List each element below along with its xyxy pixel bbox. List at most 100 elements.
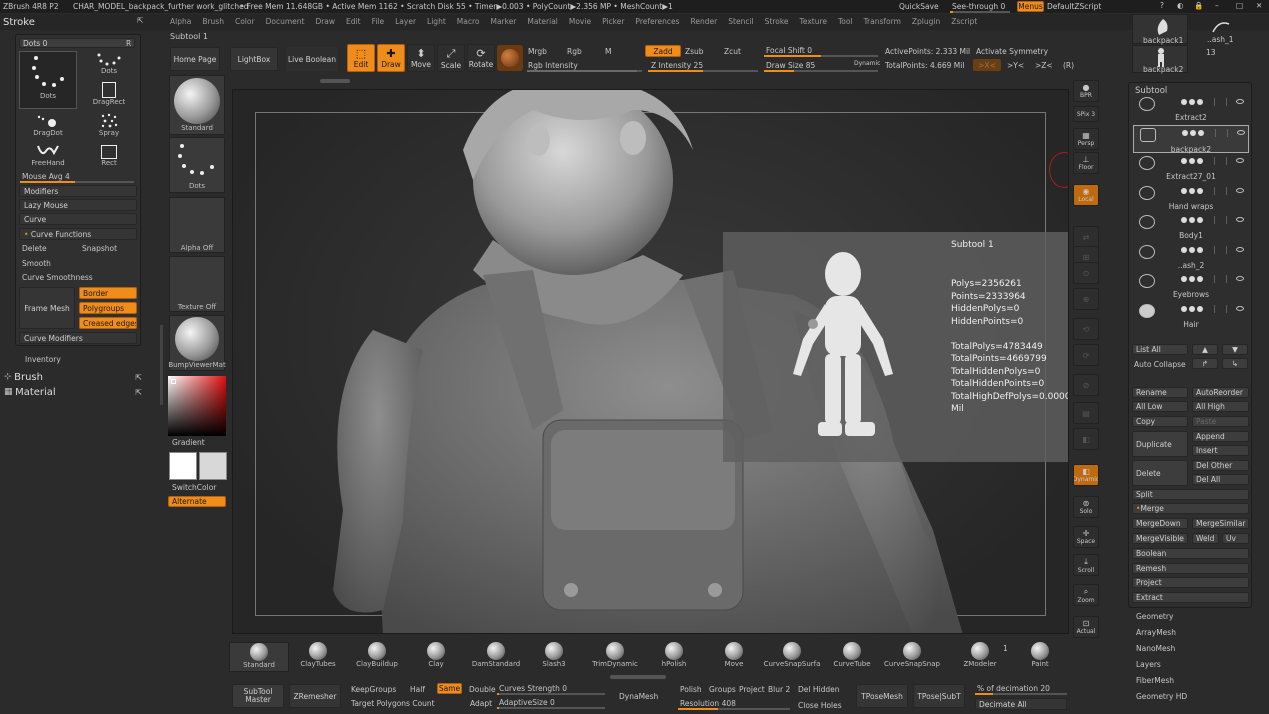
- subtool-option-dot-icon[interactable]: [1181, 158, 1187, 164]
- project-toggle[interactable]: Project: [739, 685, 765, 694]
- target-polygons-slider[interactable]: Target Polygons Count: [351, 699, 435, 708]
- menu-tool[interactable]: Tool: [838, 17, 853, 26]
- brush-curvetube[interactable]: CurveTube: [822, 642, 882, 672]
- subtool-option-dot-icon[interactable]: [1190, 129, 1196, 136]
- menu-layer[interactable]: Layer: [395, 17, 416, 26]
- merge-button[interactable]: • Merge: [1132, 503, 1249, 514]
- delother-button[interactable]: Del Other: [1192, 460, 1249, 471]
- scale-button[interactable]: ⤢ Scale: [437, 44, 465, 72]
- tpose-subt-button[interactable]: TPose|SubT: [913, 684, 965, 708]
- view-button-tool-13[interactable]: ◧: [1073, 428, 1099, 450]
- draw-size-slider[interactable]: Draw Size 85: [766, 61, 815, 70]
- same-button[interactable]: Same: [437, 683, 462, 694]
- subtool-option-dot-icon[interactable]: [1197, 187, 1203, 194]
- lightbox-button[interactable]: LightBox: [230, 47, 278, 71]
- subtool-option-dot-icon[interactable]: [1197, 246, 1203, 253]
- menu-transform[interactable]: Transform: [864, 17, 901, 26]
- sym-x-button[interactable]: >X<: [973, 59, 1001, 71]
- project-button[interactable]: Project: [1132, 577, 1249, 588]
- menus-button[interactable]: Menus: [1017, 1, 1044, 12]
- color-picker[interactable]: [168, 376, 226, 436]
- smooth-button[interactable]: Smooth: [22, 259, 51, 268]
- inventory-label[interactable]: Inventory: [25, 355, 61, 364]
- lazy-mouse-section[interactable]: Lazy Mouse: [19, 199, 137, 211]
- menu-preferences[interactable]: Preferences: [635, 17, 679, 26]
- menu-texture[interactable]: Texture: [800, 17, 827, 26]
- stroke-freehand[interactable]: FreeHand: [19, 143, 77, 171]
- remesh-button[interactable]: Remesh: [1132, 563, 1249, 574]
- move-up-button[interactable]: ▲: [1192, 344, 1218, 355]
- subtool-option-dot-icon[interactable]: [1181, 276, 1187, 282]
- decimation-track[interactable]: [975, 693, 1067, 695]
- sphere-sculpt-button[interactable]: [497, 45, 523, 71]
- tray-divider[interactable]: [160, 325, 163, 405]
- stroke-dots[interactable]: Dots: [80, 51, 138, 79]
- menu-stroke[interactable]: Stroke: [765, 17, 789, 26]
- del-hidden-button[interactable]: Del Hidden: [798, 685, 839, 694]
- adaptive-size-slider[interactable]: AdaptiveSize 0: [499, 698, 555, 707]
- help-icon[interactable]: ?: [1160, 1, 1164, 10]
- frame-mesh-button[interactable]: Frame Mesh: [19, 287, 75, 329]
- menu-movie[interactable]: Movie: [569, 17, 591, 26]
- blur-slider[interactable]: Blur 2: [768, 685, 790, 694]
- popout-icon[interactable]: ⇱: [137, 16, 143, 25]
- sym-y-button[interactable]: >Y<: [1007, 61, 1024, 70]
- zscript-button[interactable]: DefaultZScript: [1047, 2, 1101, 11]
- section-fibermesh[interactable]: FiberMesh: [1136, 676, 1174, 685]
- boolean-button[interactable]: Boolean: [1132, 548, 1249, 559]
- section-layers[interactable]: Layers: [1136, 660, 1161, 669]
- subtool-option-dot-icon[interactable]: [1197, 158, 1203, 164]
- tool-thumb-backpack2[interactable]: backpack2: [1132, 45, 1188, 74]
- brush-slash3[interactable]: Slash3: [524, 642, 584, 672]
- move-button[interactable]: ⬍ Move: [407, 44, 435, 72]
- curve-smoothness-slider[interactable]: Curve Smoothness: [22, 273, 93, 282]
- brush-move[interactable]: Move: [704, 642, 764, 672]
- lock-icon[interactable]: 🔒: [1194, 1, 1203, 10]
- close-icon[interactable]: ✕: [1256, 1, 1262, 10]
- resolution-slider[interactable]: Resolution 408: [680, 699, 736, 708]
- zremesher-button[interactable]: ZRemesher: [289, 684, 341, 708]
- brush-damstandard[interactable]: DamStandard: [466, 642, 526, 672]
- weld-button[interactable]: Weld: [1192, 533, 1219, 544]
- curve-modifiers-section[interactable]: Curve Modifiers: [19, 332, 137, 344]
- subtool-option-dot-icon[interactable]: [1197, 305, 1203, 312]
- decimation-slider[interactable]: % of decimation 20: [977, 684, 1050, 693]
- menu-render[interactable]: Render: [691, 17, 718, 26]
- curve-section[interactable]: Curve: [19, 213, 137, 225]
- subtool-option-dot-icon[interactable]: [1197, 99, 1203, 105]
- menu-stencil[interactable]: Stencil: [728, 17, 753, 26]
- rename-button[interactable]: Rename: [1132, 387, 1188, 398]
- view-button-tool-11[interactable]: ⊘: [1073, 374, 1099, 396]
- seethrough-slider[interactable]: See-through 0: [952, 2, 1005, 11]
- z-intensity-track[interactable]: [648, 70, 758, 72]
- view-button-bpr[interactable]: ● BPR: [1073, 80, 1099, 102]
- sym-z-button[interactable]: >Z<: [1035, 61, 1053, 70]
- split-button[interactable]: Split: [1132, 489, 1249, 500]
- home-page-button[interactable]: Home Page: [170, 47, 220, 71]
- subtool-row[interactable]: | | Hair: [1133, 302, 1249, 330]
- section-geometry-hd[interactable]: Geometry HD: [1136, 692, 1187, 701]
- view-button-zoom[interactable]: ⌕ Zoom: [1073, 584, 1099, 606]
- seethrough-track[interactable]: [950, 11, 1010, 13]
- subtool-row[interactable]: | | Body1: [1133, 213, 1249, 241]
- main-color-swatch[interactable]: [169, 452, 197, 480]
- groups-toggle[interactable]: Groups: [709, 685, 736, 694]
- subtool-option-dot-icon[interactable]: [1197, 217, 1203, 223]
- view-button-tool-5[interactable]: ⇄: [1073, 226, 1099, 248]
- mergesimilar-button[interactable]: MergeSimilar: [1192, 518, 1249, 529]
- quicksave-button[interactable]: QuickSave: [899, 2, 939, 11]
- insert-button[interactable]: Insert: [1192, 445, 1249, 456]
- menu-marker[interactable]: Marker: [490, 17, 516, 26]
- menu-document[interactable]: Document: [266, 17, 305, 26]
- reset-button[interactable]: R: [126, 39, 131, 48]
- view-button-local[interactable]: ◉ Local: [1073, 184, 1099, 206]
- tool-thumb-ash1[interactable]: ..ash_1: [1193, 14, 1249, 44]
- dots-slider[interactable]: Dots 0: [19, 38, 135, 48]
- menu-file[interactable]: File: [372, 17, 385, 26]
- list-all-button[interactable]: List All: [1132, 344, 1188, 355]
- polygroups-toggle[interactable]: Polygroups: [79, 302, 137, 314]
- gradient-label[interactable]: Gradient: [172, 438, 205, 447]
- brush-claybuildup[interactable]: ClayBuildup: [347, 642, 407, 672]
- palette-icon[interactable]: ◐: [1177, 1, 1184, 10]
- view-button-persp[interactable]: ▦ Persp: [1073, 128, 1099, 150]
